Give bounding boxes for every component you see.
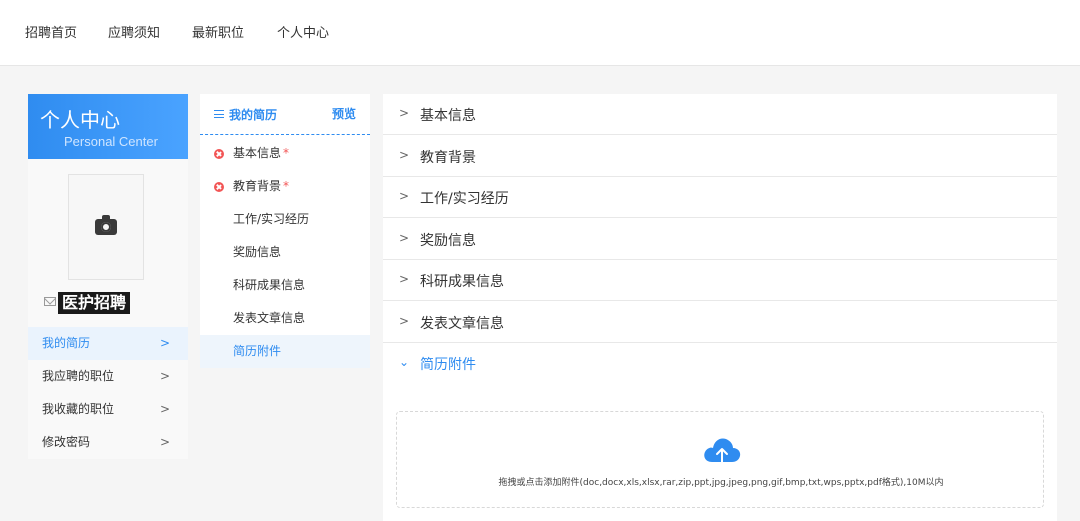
preview-link[interactable]: 预览: [332, 105, 356, 122]
section-research[interactable]: 科研成果信息: [200, 269, 370, 302]
accordion-awards[interactable]: > 奖励信息: [383, 219, 1057, 260]
profile-sidebar: 个人中心 Personal Center 医护招聘 我的简历 > 我应聘的职位 …: [28, 94, 188, 459]
section-attachments[interactable]: 简历附件: [200, 335, 370, 368]
list-icon: [214, 110, 224, 118]
side-item-label: 我收藏的职位: [42, 402, 115, 416]
resume-title: 我的简历: [229, 108, 278, 122]
error-icon: [214, 149, 224, 159]
accordion-label: 基本信息: [420, 108, 476, 124]
chevron-right-icon: >: [399, 106, 410, 120]
chevron-right-icon: >: [159, 435, 170, 449]
resume-nav: 我的简历 预览 基本信息 * 教育背景 * 工作/实习经历 奖励信息 科研成果信息 …: [200, 94, 370, 368]
section-label: 发表文章信息: [233, 311, 306, 325]
section-basic-info[interactable]: 基本信息 *: [200, 137, 370, 170]
avatar-upload[interactable]: [68, 174, 144, 280]
section-label: 教育背景: [233, 179, 282, 193]
accordion-label: 简历附件: [420, 357, 476, 373]
required-mark: *: [283, 146, 290, 160]
chevron-right-icon: >: [159, 402, 170, 416]
chevron-right-icon: >: [159, 369, 170, 383]
required-mark: *: [283, 179, 290, 193]
side-item-label: 我应聘的职位: [42, 369, 115, 383]
top-nav: 招聘首页 应聘须知 最新职位 个人中心: [0, 0, 1080, 66]
side-item-my-resume[interactable]: 我的简历 >: [28, 327, 188, 360]
accordion-research[interactable]: > 科研成果信息: [383, 260, 1057, 301]
attachment-dropzone[interactable]: 拖拽或点击添加附件(doc,docx,xls,xlsx,rar,zip,ppt,…: [396, 411, 1044, 508]
chevron-right-icon: >: [399, 189, 410, 203]
section-awards[interactable]: 奖励信息: [200, 236, 370, 269]
accordion-education[interactable]: > 教育背景: [383, 136, 1057, 177]
nav-item-home[interactable]: 招聘首页: [25, 22, 77, 41]
accordion-label: 教育背景: [420, 150, 476, 166]
section-work-experience[interactable]: 工作/实习经历: [200, 203, 370, 236]
cloud-upload-icon: [704, 438, 741, 465]
resume-section-list: 基本信息 * 教育背景 * 工作/实习经历 奖励信息 科研成果信息 发表文章信息 简…: [200, 137, 370, 368]
side-item-label: 我的简历: [42, 336, 91, 350]
section-label: 工作/实习经历: [233, 212, 310, 226]
chevron-right-icon: >: [399, 314, 410, 328]
personal-center-subtitle: Personal Center: [64, 134, 158, 149]
resume-header: 我的简历 预览: [200, 94, 370, 135]
chevron-right-icon: >: [159, 336, 170, 350]
section-label: 奖励信息: [233, 245, 282, 259]
personal-center-header: 个人中心 Personal Center: [28, 94, 188, 159]
side-item-label: 修改密码: [42, 435, 91, 449]
side-item-saved-jobs[interactable]: 我收藏的职位 >: [28, 393, 188, 426]
nav-item-notice[interactable]: 应聘须知: [108, 22, 160, 41]
chevron-right-icon: >: [399, 231, 410, 245]
chevron-down-icon: ⌄: [399, 355, 410, 369]
side-item-applied-jobs[interactable]: 我应聘的职位 >: [28, 360, 188, 393]
accordion-label: 奖励信息: [420, 233, 476, 249]
accordion-label: 发表文章信息: [420, 316, 504, 332]
mail-icon[interactable]: [44, 297, 56, 306]
nav-item-personal-center[interactable]: 个人中心: [277, 22, 329, 41]
resume-accordion: > 基本信息 > 教育背景 > 工作/实习经历 > 奖励信息 > 科研成果信息 …: [383, 94, 1057, 521]
accordion-label: 科研成果信息: [420, 274, 504, 290]
chevron-right-icon: >: [399, 148, 410, 162]
nav-item-latest-jobs[interactable]: 最新职位: [192, 22, 244, 41]
section-label: 基本信息: [233, 146, 282, 160]
side-item-change-password[interactable]: 修改密码 >: [28, 426, 188, 459]
org-name: 医护招聘: [58, 292, 131, 314]
personal-center-title: 个人中心: [40, 108, 120, 132]
accordion-publications[interactable]: > 发表文章信息: [383, 302, 1057, 343]
section-label: 简历附件: [233, 344, 282, 358]
camera-icon: [95, 215, 117, 235]
upload-hint: 拖拽或点击添加附件(doc,docx,xls,xlsx,rar,zip,ppt,…: [498, 478, 944, 488]
side-menu: 我的简历 > 我应聘的职位 > 我收藏的职位 > 修改密码 >: [28, 327, 188, 459]
accordion-basic-info[interactable]: > 基本信息: [383, 94, 1057, 135]
accordion-attachments[interactable]: ⌄ 简历附件: [383, 343, 1057, 384]
section-education[interactable]: 教育背景 *: [200, 170, 370, 203]
accordion-label: 工作/实习经历: [420, 191, 509, 207]
section-label: 科研成果信息: [233, 278, 306, 292]
accordion-work-experience[interactable]: > 工作/实习经历: [383, 177, 1057, 218]
chevron-right-icon: >: [399, 272, 410, 286]
section-publications[interactable]: 发表文章信息: [200, 302, 370, 335]
error-icon: [214, 182, 224, 192]
